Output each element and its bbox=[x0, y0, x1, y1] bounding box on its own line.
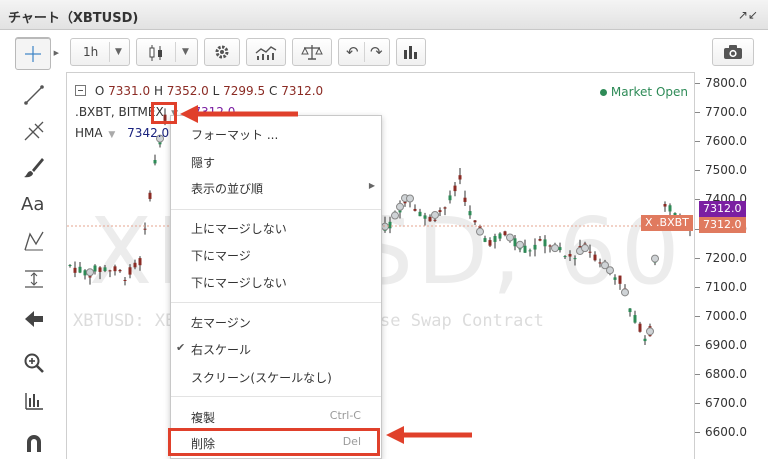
menu-item-merge-down[interactable]: 下にマージ bbox=[171, 241, 381, 267]
chart-style-dropdown[interactable]: ▼ bbox=[136, 38, 198, 66]
highlight-box-delete bbox=[168, 428, 380, 456]
window-titlebar: チャート（XBTUSD) ↗↙ bbox=[0, 0, 768, 30]
trend-line-icon[interactable] bbox=[23, 84, 45, 106]
camera-icon bbox=[724, 45, 742, 59]
close-label: C bbox=[268, 84, 278, 98]
indicator-legend: HMA ▼ 7342.090 bbox=[75, 126, 184, 140]
indicators-icon bbox=[255, 46, 277, 60]
brush-icon[interactable] bbox=[23, 156, 45, 178]
drawing-tools-list: Aa bbox=[15, 76, 51, 456]
undo-icon[interactable]: ↶ bbox=[346, 43, 359, 61]
compare-button[interactable] bbox=[292, 38, 332, 66]
price-tick-label: 6600.0 bbox=[695, 425, 747, 440]
crosshair-icon bbox=[25, 46, 41, 62]
high-value: 7352.0 bbox=[166, 84, 209, 98]
close-value: 7312.0 bbox=[281, 84, 324, 98]
chevron-down-icon: ▼ bbox=[115, 47, 122, 57]
price-tick-label: 7000.0 bbox=[695, 308, 747, 323]
chevron-right-icon: ▶ bbox=[368, 181, 375, 190]
highlight-box-toggle bbox=[151, 102, 177, 124]
high-label: H bbox=[153, 84, 163, 98]
menu-item-screen-no-scale[interactable]: スクリーン(スケールなし) bbox=[171, 363, 381, 389]
menu-divider bbox=[171, 302, 381, 303]
depth-chart-button[interactable] bbox=[396, 38, 426, 66]
menu-item-right-scale[interactable]: ✔ 右スケール bbox=[171, 335, 381, 361]
expand-icon[interactable]: ↗↙ bbox=[738, 8, 758, 22]
price-tick-label: 7500.0 bbox=[695, 163, 747, 178]
redo-icon[interactable]: ↷ bbox=[370, 43, 383, 61]
price-tick-label: 7200.0 bbox=[695, 250, 747, 265]
interval-dropdown[interactable]: 1h ▼ bbox=[70, 38, 130, 66]
menu-divider bbox=[171, 209, 381, 210]
open-label: O bbox=[94, 84, 105, 98]
ruler-icon[interactable] bbox=[23, 390, 45, 412]
pitchfork-icon[interactable] bbox=[23, 120, 45, 142]
magnet-icon[interactable] bbox=[23, 432, 45, 454]
market-status: Market Open bbox=[599, 85, 688, 99]
low-value: 7299.5 bbox=[223, 84, 266, 98]
price-tick-label: 7600.0 bbox=[695, 134, 747, 149]
window-title: チャート（XBTUSD) bbox=[8, 11, 139, 26]
candlestick-icon bbox=[149, 45, 162, 61]
interval-label: 1h bbox=[83, 45, 99, 59]
last-price-badge: 7312.0 bbox=[699, 217, 746, 233]
pattern-icon[interactable] bbox=[23, 230, 45, 252]
annotation-arrow-icon bbox=[180, 105, 298, 123]
ohlc-legend: O 7331.0 H 7352.0 L 7299.5 C 7312.0 bbox=[75, 84, 323, 98]
series-context-menu: フォーマット ... 隠す 表示の並び順 ▶ 上にマージしない 下にマージ 下にマ… bbox=[170, 115, 382, 459]
menu-item-order[interactable]: 表示の並び順 ▶ bbox=[171, 174, 381, 200]
price-tick-label: 7700.0 bbox=[695, 105, 747, 120]
indicator-name: HMA bbox=[75, 126, 103, 140]
arrow-left-icon[interactable] bbox=[23, 308, 45, 330]
price-tick-label: 6900.0 bbox=[695, 337, 747, 352]
menu-item-clone[interactable]: 複製 Ctrl-C bbox=[171, 403, 381, 429]
index-label-badge: X .BXBT bbox=[641, 215, 693, 231]
indicators-button[interactable] bbox=[246, 38, 286, 66]
low-label: L bbox=[212, 84, 220, 98]
menu-divider bbox=[171, 396, 381, 397]
status-dot-icon bbox=[599, 89, 607, 96]
open-value: 7331.0 bbox=[108, 84, 151, 98]
measure-icon[interactable] bbox=[23, 268, 45, 290]
price-tick-label: 6700.0 bbox=[695, 396, 747, 411]
price-axis[interactable]: 7800.07700.07600.07500.07400.07300.07200… bbox=[694, 72, 768, 459]
price-tick-label: 6800.0 bbox=[695, 367, 747, 381]
menu-item-left-margin[interactable]: 左マージン bbox=[171, 308, 381, 334]
annotation-arrow-icon bbox=[386, 426, 472, 444]
text-tool-icon[interactable]: Aa bbox=[21, 194, 44, 215]
chevron-right-icon: ▶ bbox=[53, 49, 59, 57]
crosshair-tool-button[interactable]: ▶ bbox=[15, 38, 59, 70]
market-status-label: Market Open bbox=[610, 85, 688, 99]
settings-button[interactable] bbox=[204, 38, 240, 66]
menu-item-hide[interactable]: 隠す bbox=[171, 148, 381, 174]
chevron-down-icon: ▼ bbox=[182, 47, 189, 57]
gear-icon bbox=[215, 45, 229, 59]
price-tick-label: 7800.0 bbox=[695, 76, 747, 90]
screenshot-button[interactable] bbox=[712, 38, 754, 66]
index-price-badge: 7312.0 bbox=[699, 201, 746, 217]
price-tick-label: 7100.0 bbox=[695, 279, 747, 294]
menu-item-no-merge-down[interactable]: 下にマージしない bbox=[171, 268, 381, 294]
scales-icon bbox=[301, 45, 323, 60]
collapse-icon[interactable] bbox=[75, 85, 86, 96]
checkmark-icon: ✔ bbox=[176, 341, 186, 354]
bar-chart-icon bbox=[404, 46, 417, 59]
chart-toolbar: 1h ▼ ▼ ↶ ↷ bbox=[0, 30, 768, 70]
menu-item-no-merge-up[interactable]: 上にマージしない bbox=[171, 214, 381, 240]
undo-redo-group: ↶ ↷ bbox=[338, 38, 390, 66]
zoom-in-icon[interactable] bbox=[23, 352, 45, 374]
chevron-down-icon[interactable]: ▼ bbox=[108, 130, 115, 140]
